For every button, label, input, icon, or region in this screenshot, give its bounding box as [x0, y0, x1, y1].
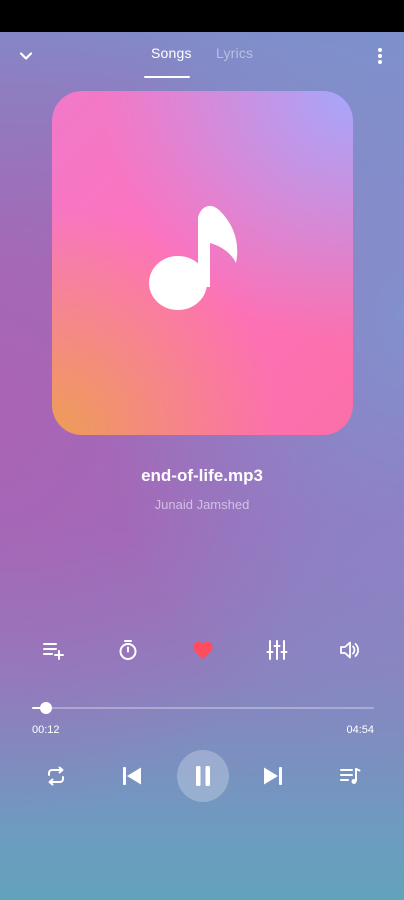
add-to-playlist-button[interactable]	[37, 634, 69, 666]
repeat-button[interactable]	[42, 762, 70, 790]
skip-previous-icon	[123, 767, 141, 785]
more-options-button[interactable]	[368, 42, 392, 70]
seek-bar[interactable]	[32, 702, 374, 714]
favorite-button[interactable]	[187, 634, 219, 666]
tab-songs[interactable]: Songs	[151, 45, 192, 61]
more-vertical-icon	[378, 48, 382, 64]
next-button[interactable]	[259, 762, 287, 790]
pause-icon	[196, 766, 210, 786]
chevron-down-icon	[19, 52, 33, 60]
playback-controls	[0, 750, 404, 802]
equalizer-icon	[266, 640, 288, 660]
timer-icon	[119, 640, 137, 660]
previous-button[interactable]	[118, 762, 146, 790]
repeat-icon	[48, 766, 64, 786]
collapse-button[interactable]	[12, 42, 40, 70]
volume-icon	[340, 641, 360, 659]
status-bar	[0, 0, 404, 32]
playlist-add-icon	[43, 643, 64, 660]
artist-name: Junaid Jamshed	[154, 497, 250, 512]
top-bar: Songs Lyrics	[0, 32, 404, 80]
music-note-icon	[148, 205, 237, 310]
elapsed-time: 00:12	[32, 724, 60, 736]
skip-next-icon	[264, 767, 282, 785]
tab-lyrics[interactable]: Lyrics	[216, 45, 253, 61]
sleep-timer-button[interactable]	[112, 634, 144, 666]
active-tab-indicator	[144, 76, 190, 78]
queue-music-icon	[340, 768, 361, 784]
song-title: end-of-life.mp3	[141, 466, 263, 485]
heart-icon	[193, 641, 213, 660]
action-row	[0, 634, 404, 666]
album-art	[52, 91, 353, 435]
seek-thumb[interactable]	[40, 702, 53, 714]
equalizer-button[interactable]	[261, 634, 293, 666]
pause-button[interactable]	[177, 750, 229, 802]
volume-button[interactable]	[334, 634, 366, 666]
total-time: 04:54	[346, 724, 374, 736]
queue-button[interactable]	[336, 762, 364, 790]
